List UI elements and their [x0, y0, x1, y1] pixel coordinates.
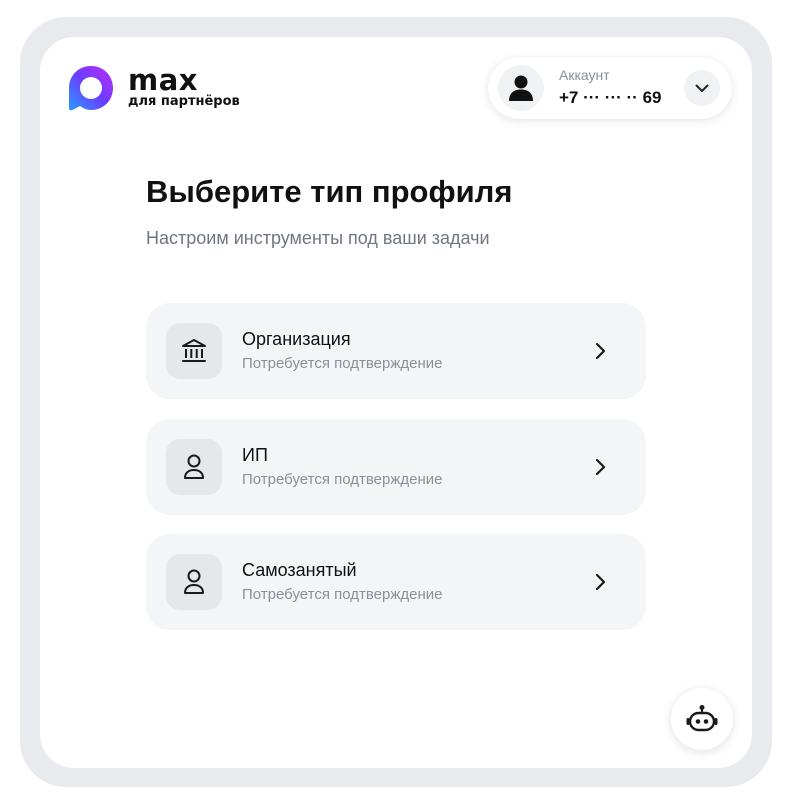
robot-icon	[686, 705, 718, 732]
bank-icon	[166, 323, 222, 379]
person-icon	[166, 439, 222, 495]
chevron-right-icon	[595, 458, 606, 476]
page-title: Выберите тип профиля	[146, 174, 513, 209]
option-title: Самозанятый	[242, 560, 357, 580]
option-ip[interactable]: ИП Потребуется подтверждение	[146, 419, 646, 515]
option-title: Организация	[242, 329, 351, 349]
option-description: Потребуется подтверждение	[242, 355, 443, 372]
assistant-button[interactable]	[671, 688, 733, 750]
max-logo-icon	[69, 66, 113, 111]
main-card: max для партнёров Аккаунт +7 ··· ··· ·· …	[40, 37, 752, 768]
person-icon	[166, 554, 222, 610]
account-label: Аккаунт	[559, 67, 610, 83]
page-subtitle: Настроим инструменты под ваши задачи	[146, 228, 490, 248]
option-title: ИП	[242, 445, 268, 465]
brand-name: max	[128, 63, 198, 97]
brand-logo[interactable]: max для партнёров	[66, 63, 240, 113]
option-description: Потребуется подтверждение	[242, 586, 443, 603]
chevron-right-icon	[595, 573, 606, 591]
chevron-down-icon[interactable]	[684, 70, 720, 106]
brand-subtitle: для партнёров	[128, 94, 240, 109]
option-organization[interactable]: Организация Потребуется подтверждение	[146, 303, 646, 399]
option-self-employed[interactable]: Самозанятый Потребуется подтверждение	[146, 534, 646, 630]
account-phone: +7 ··· ··· ·· 69	[559, 88, 662, 107]
account-menu[interactable]: Аккаунт +7 ··· ··· ·· 69	[488, 57, 732, 119]
option-description: Потребуется подтверждение	[242, 471, 443, 488]
user-icon	[498, 65, 544, 111]
chevron-right-icon	[595, 342, 606, 360]
